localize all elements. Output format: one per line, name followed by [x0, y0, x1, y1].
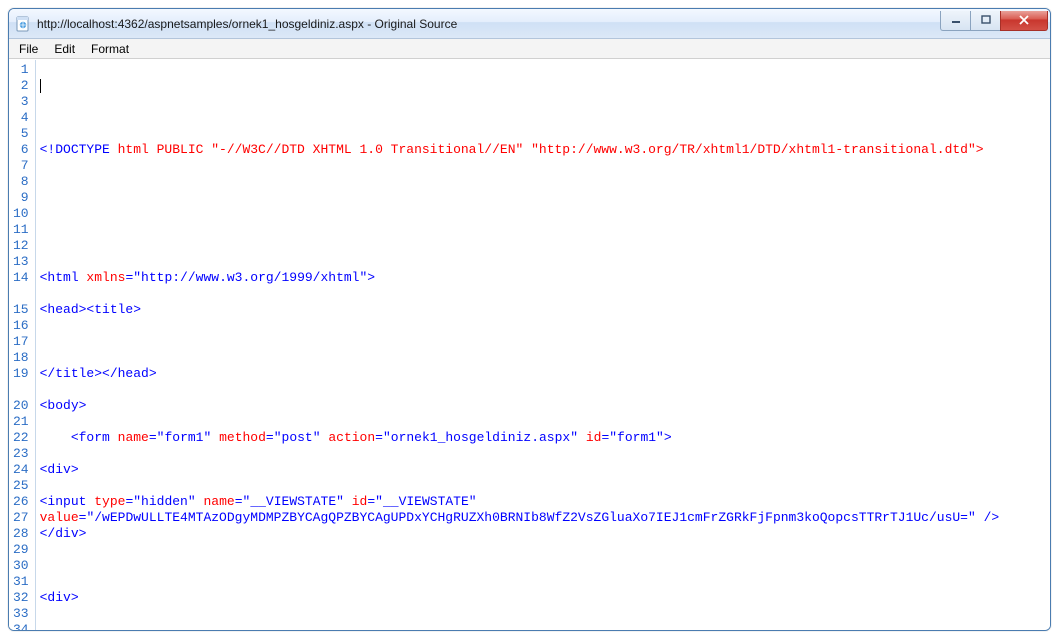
window-title: http://localhost:4362/aspnetsamples/orne…	[37, 17, 940, 31]
line-number: 29	[13, 542, 29, 558]
title-bar[interactable]: http://localhost:4362/aspnetsamples/orne…	[9, 9, 1050, 39]
line-number: 30	[13, 558, 29, 574]
line-number: 19	[13, 366, 29, 382]
line-number: 33	[13, 606, 29, 622]
line-number: 10	[13, 206, 29, 222]
line-number: 20	[13, 398, 29, 414]
line-number: 22	[13, 430, 29, 446]
line-number: 23	[13, 446, 29, 462]
line-number: 1	[13, 62, 29, 78]
line-number: 9	[13, 190, 29, 206]
line-number: 13	[13, 254, 29, 270]
line-number: 27	[13, 510, 29, 526]
line-number: 15	[13, 302, 29, 318]
source-code-area[interactable]: <!DOCTYPE html PUBLIC "-//W3C//DTD XHTML…	[36, 60, 1050, 630]
line-number: 28	[13, 526, 29, 542]
line-number: 12	[13, 238, 29, 254]
line-number: 2	[13, 78, 29, 94]
line-number: 3	[13, 94, 29, 110]
line-number: 5	[13, 126, 29, 142]
line-number: 21	[13, 414, 29, 430]
minimize-button[interactable]	[940, 11, 970, 31]
line-number-gutter: 1234567891011121314151617181920212223242…	[9, 60, 36, 630]
line-number: 17	[13, 334, 29, 350]
line-number: 14	[13, 270, 29, 286]
line-number: 31	[13, 574, 29, 590]
menu-edit[interactable]: Edit	[46, 41, 83, 57]
window-controls	[940, 11, 1048, 31]
line-number: 26	[13, 494, 29, 510]
line-number: 6	[13, 142, 29, 158]
maximize-button[interactable]	[970, 11, 1000, 31]
line-number: 8	[13, 174, 29, 190]
text-cursor	[40, 79, 41, 93]
source-content: 1234567891011121314151617181920212223242…	[9, 59, 1050, 630]
line-number: 34	[13, 622, 29, 630]
line-number: 16	[13, 318, 29, 334]
line-number: 7	[13, 158, 29, 174]
close-button[interactable]	[1000, 11, 1048, 31]
menu-format[interactable]: Format	[83, 41, 137, 57]
line-number: 24	[13, 462, 29, 478]
line-number: 11	[13, 222, 29, 238]
line-number: 4	[13, 110, 29, 126]
ie-page-icon	[15, 16, 31, 32]
line-number: 25	[13, 478, 29, 494]
menu-file[interactable]: File	[11, 41, 46, 57]
menu-bar: File Edit Format	[9, 39, 1050, 59]
source-viewer-window: http://localhost:4362/aspnetsamples/orne…	[8, 8, 1051, 631]
line-number: 32	[13, 590, 29, 606]
line-number: 18	[13, 350, 29, 366]
